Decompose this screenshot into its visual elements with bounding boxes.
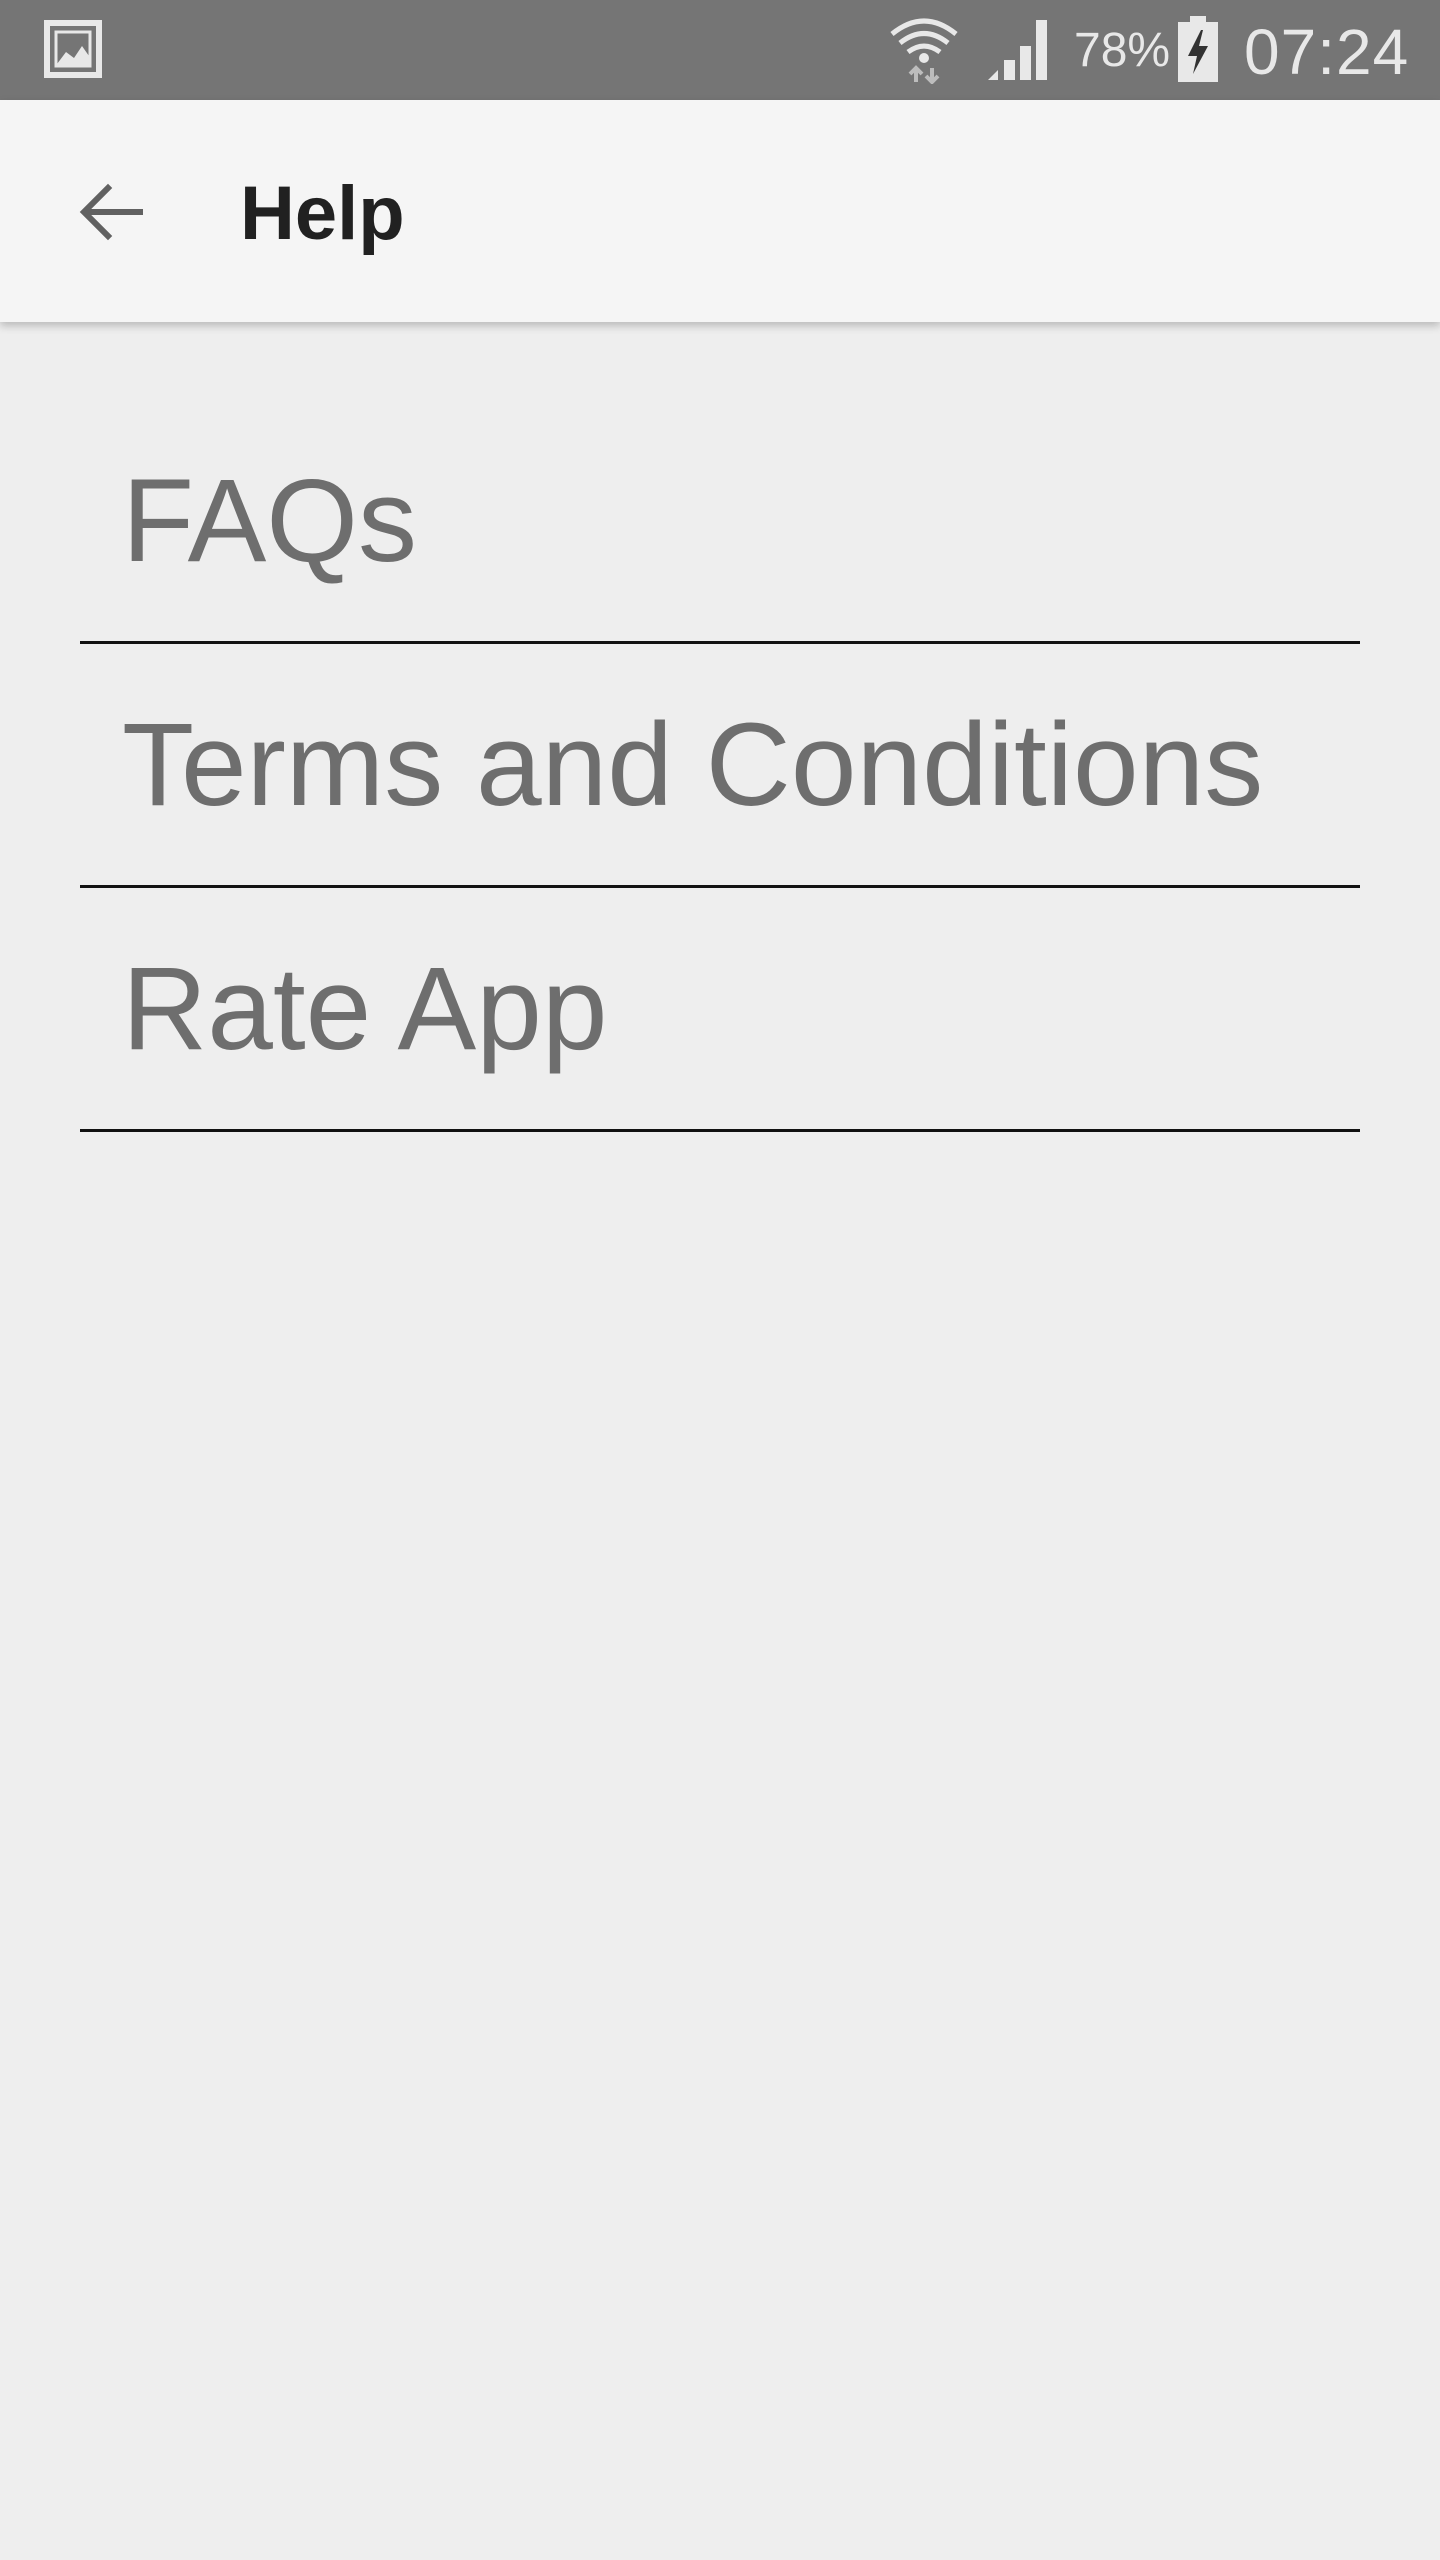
menu-item-terms-and-conditions[interactable]: Terms and Conditions [80,644,1360,888]
battery-charging-icon [1178,16,1218,82]
help-menu-list: FAQs Terms and Conditions Rate App [80,400,1360,1132]
page-title: Help [240,171,405,256]
wifi-icon [890,18,958,84]
arrow-back-icon [79,183,143,241]
app-bar: Help [0,100,1440,322]
back-button[interactable] [56,156,168,268]
clock: 07:24 [1244,16,1410,88]
battery-percent: 78% [1074,24,1171,77]
gallery-icon [44,20,102,78]
menu-item-rate-app[interactable]: Rate App [80,888,1360,1132]
menu-item-label: FAQs [122,454,418,587]
menu-item-label: Terms and Conditions [122,698,1264,831]
signal-icon [988,20,1047,80]
menu-item-label: Rate App [122,942,608,1075]
menu-item-faqs[interactable]: FAQs [80,400,1360,644]
status-bar: 78% 07:24 [0,0,1440,100]
